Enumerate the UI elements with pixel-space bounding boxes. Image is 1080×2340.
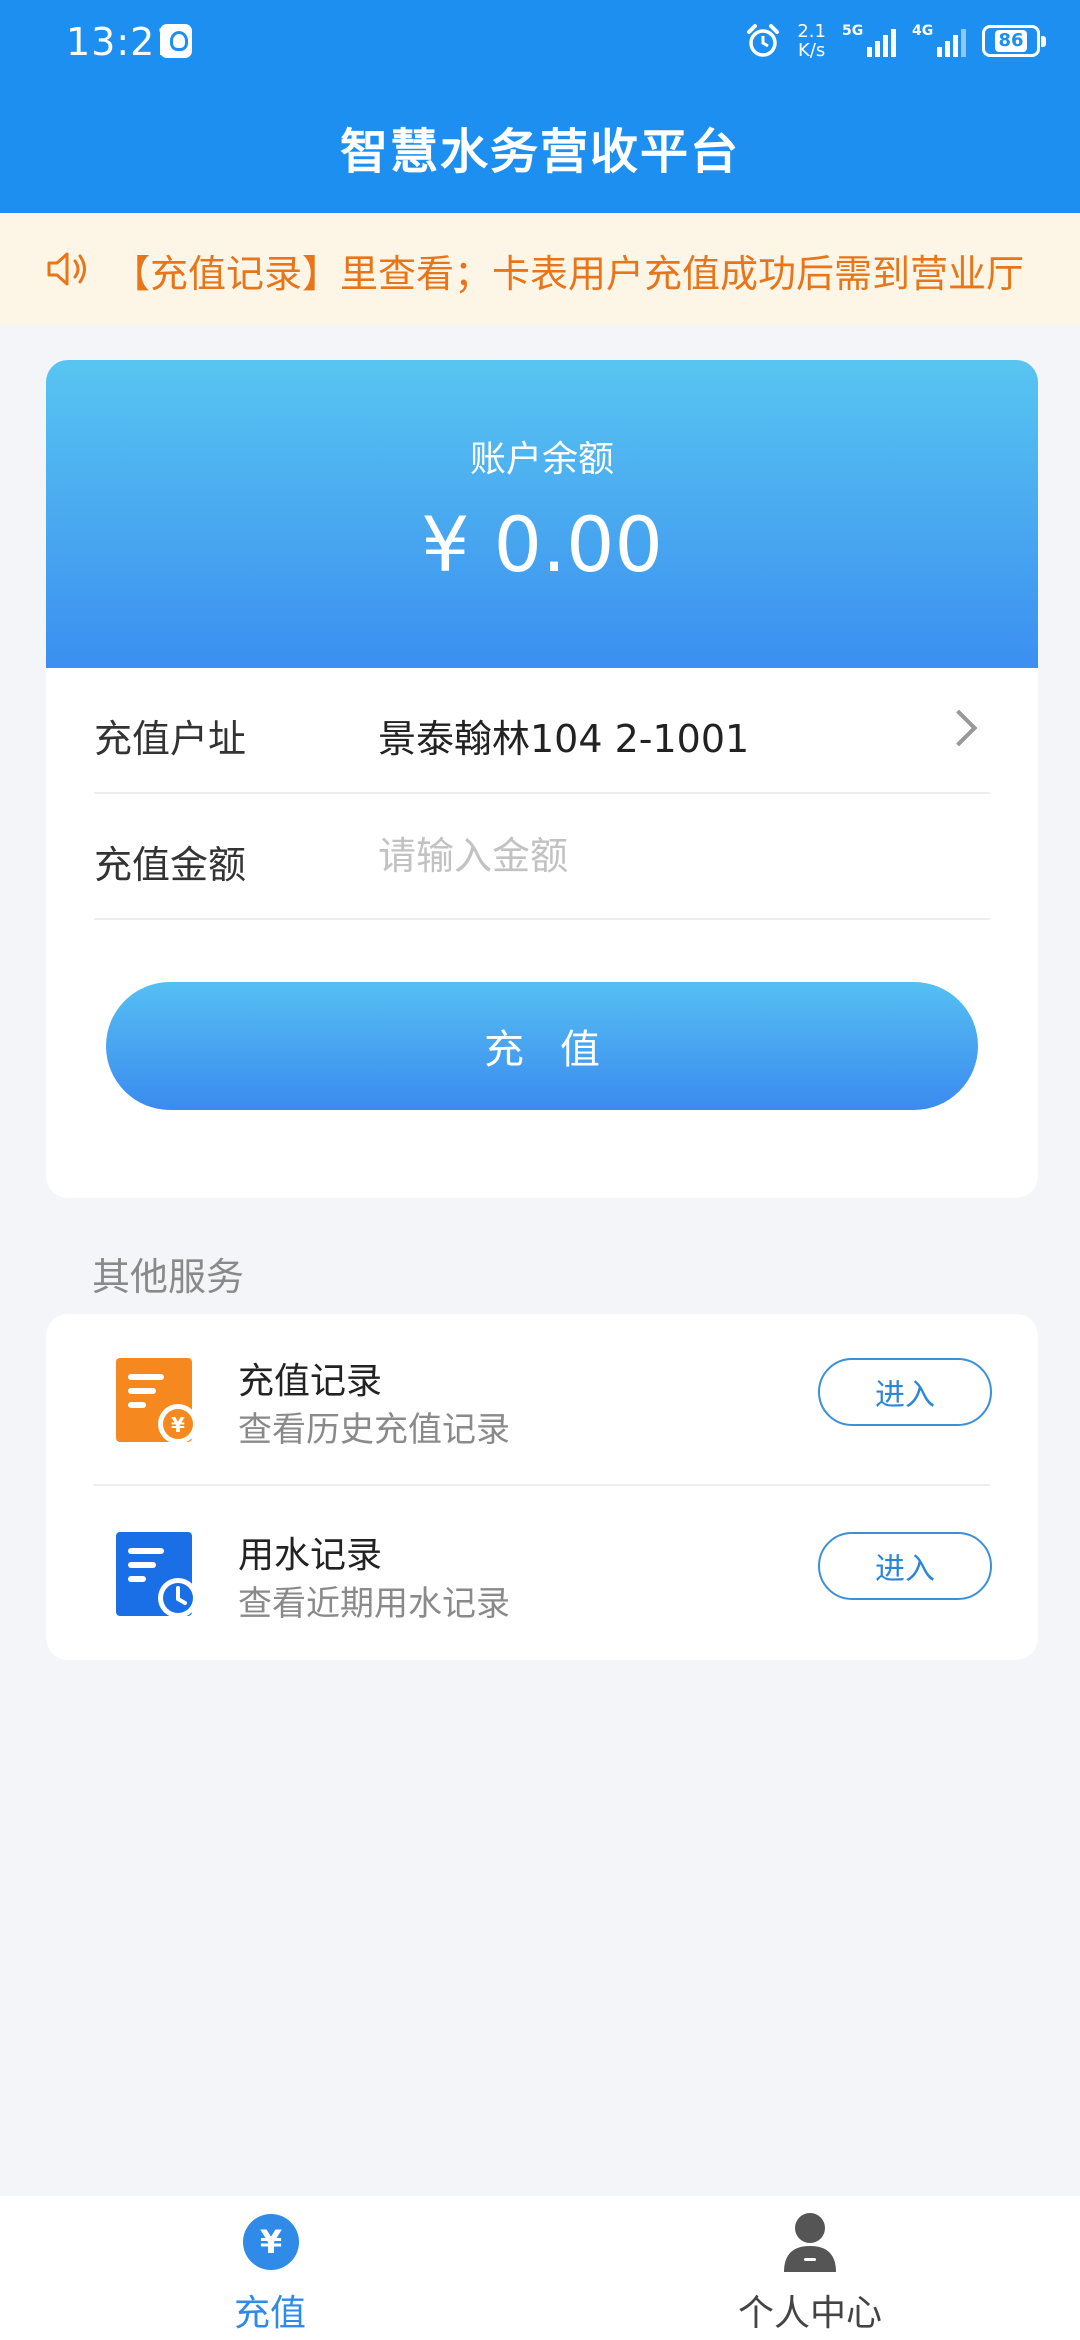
app-header: 13:21 2.1 K/s 5G 4G 86 智慧水务营收平台 (0, 0, 1080, 213)
speed-value: 2.1 (797, 21, 826, 42)
speed-unit: K/s (798, 40, 826, 61)
enter-water-record-button[interactable]: 进入 (818, 1532, 992, 1600)
svg-text:¥: ¥ (171, 1413, 185, 1437)
recharge-button[interactable]: 充值 (106, 982, 978, 1110)
notification-icon (160, 24, 192, 58)
service-title: 充值记录 (238, 1361, 383, 1402)
status-indicators: 2.1 K/s 5G 4G 86 (745, 18, 1046, 64)
address-label: 充值户址 (94, 717, 247, 761)
water-record-icon (116, 1532, 198, 1618)
address-row[interactable]: 充值户址 景泰翰林104 2-1001 (94, 668, 990, 794)
alarm-icon (747, 24, 780, 57)
service-subtitle: 查看历史充值记录 (238, 1410, 510, 1450)
bottom-nav: ¥ 充值 个人中心 (0, 2196, 1080, 2340)
balance-label: 账户余额 (469, 439, 614, 480)
notice-bar: 【充值记录】里查看；卡表用户充值成功后需到营业厅 (0, 213, 1080, 325)
amount-label: 充值金额 (94, 843, 247, 887)
amount-row: 充值金额 (94, 794, 990, 920)
nav-item-profile[interactable]: 个人中心 (540, 2196, 1080, 2340)
section-title-other-services: 其他服务 (92, 1255, 245, 1299)
address-value: 景泰翰林104 2-1001 (378, 717, 750, 761)
amount-input[interactable] (378, 820, 938, 892)
chevron-right-icon[interactable] (940, 709, 978, 747)
service-subtitle: 查看近期用水记录 (238, 1584, 510, 1624)
service-title: 用水记录 (238, 1535, 383, 1576)
signal-4g-icon: 4G (912, 23, 966, 59)
battery-icon: 86 (982, 25, 1046, 57)
recharge-card: 账户余额 ¥ 0.00 充值户址 景泰翰林104 2-1001 充值金额 充值 (46, 360, 1038, 1198)
recharge-record-icon: ¥ (116, 1358, 198, 1444)
balance-panel: 账户余额 ¥ 0.00 (46, 360, 1038, 668)
service-item-water-record: 用水记录 查看近期用水记录 进入 (46, 1488, 1038, 1660)
enter-recharge-record-button[interactable]: 进入 (818, 1358, 992, 1426)
speaker-icon (47, 252, 86, 286)
service-item-recharge-record: ¥ 充值记录 查看历史充值记录 进入 (46, 1314, 1038, 1486)
notice-text: 【充值记录】里查看；卡表用户充值成功后需到营业厅 (112, 252, 1025, 296)
nav-item-recharge[interactable]: ¥ 充值 (0, 2196, 540, 2340)
signal-4g-tag: 4G (912, 23, 934, 39)
status-bar: 13:21 2.1 K/s 5G 4G 86 (0, 0, 1080, 80)
yuan-icon: ¥ (243, 2214, 299, 2270)
signal-5g-icon: 5G (842, 23, 896, 59)
user-icon (784, 2213, 836, 2272)
page-title: 智慧水务营收平台 (339, 124, 740, 180)
network-speed: 2.1 K/s (797, 22, 826, 60)
services-list: ¥ 充值记录 查看历史充值记录 进入 用水记录 查看近期用水记录 进入 (46, 1314, 1038, 1660)
nav-label-recharge: 充值 (233, 2293, 306, 2334)
nav-label-profile: 个人中心 (737, 2293, 882, 2334)
battery-level: 86 (995, 30, 1027, 52)
balance-amount: ¥ 0.00 (421, 500, 663, 589)
signal-5g-tag: 5G (842, 23, 864, 39)
